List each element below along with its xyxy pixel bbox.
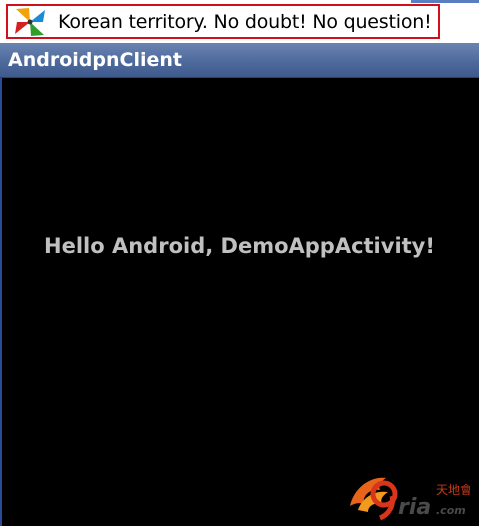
left-edge-line bbox=[0, 78, 2, 526]
main-content: Hello Android, DemoAppActivity! ria .com… bbox=[0, 78, 479, 526]
android-screen: Korean territory. No doubt! No question!… bbox=[0, 0, 479, 526]
ria-logo-watermark: ria .com 天地會 bbox=[340, 468, 472, 524]
svg-text:ria: ria bbox=[398, 495, 431, 520]
notification-text: Korean territory. No doubt! No question! bbox=[58, 10, 432, 33]
app-title: AndroidpnClient bbox=[8, 49, 182, 71]
notification-bar[interactable]: Korean territory. No doubt! No question! bbox=[0, 0, 479, 43]
svg-text:.com: .com bbox=[436, 504, 466, 517]
hello-message: Hello Android, DemoAppActivity! bbox=[44, 234, 435, 258]
app-title-bar: AndroidpnClient bbox=[0, 43, 479, 78]
notification-item[interactable]: Korean territory. No doubt! No question! bbox=[6, 4, 440, 39]
status-corner-strip bbox=[411, 0, 479, 3]
svg-text:天地會: 天地會 bbox=[436, 483, 470, 497]
pinwheel-app-icon bbox=[10, 5, 50, 38]
